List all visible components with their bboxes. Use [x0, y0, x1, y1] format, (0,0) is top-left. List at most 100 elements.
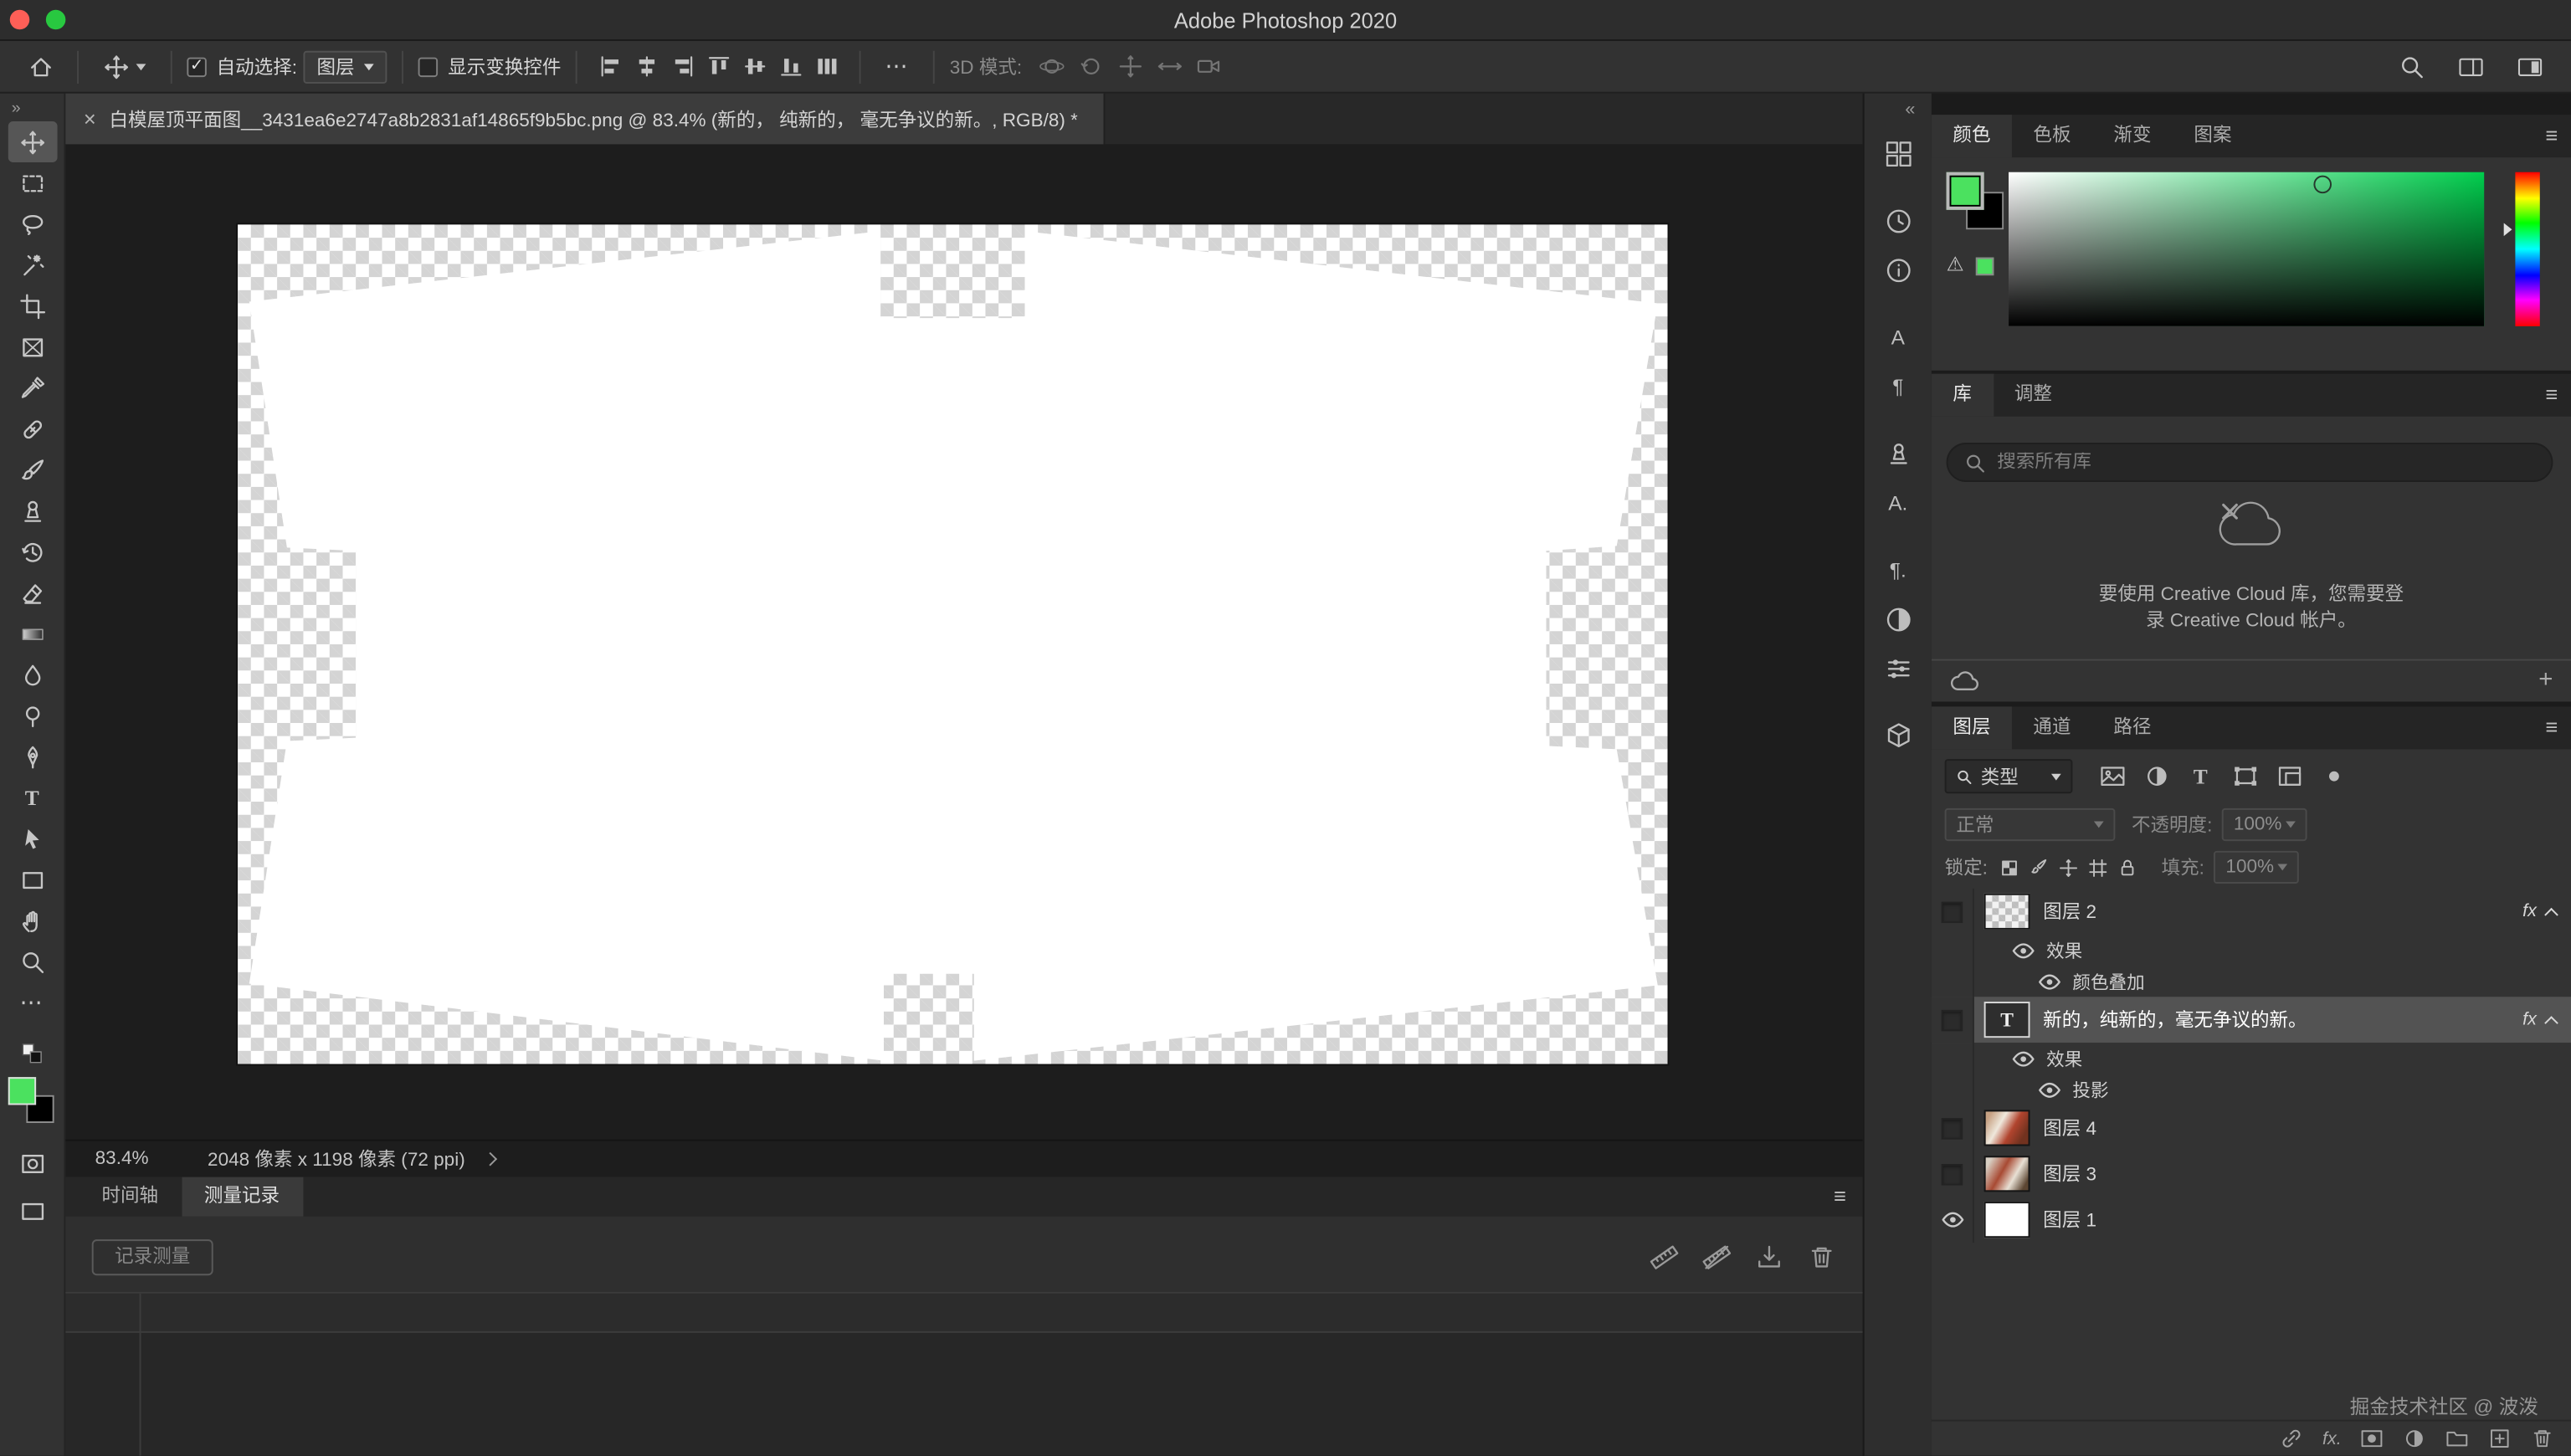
panel-icon-history[interactable]: [1878, 202, 1917, 241]
tool-lasso[interactable]: [8, 203, 57, 244]
collapse-effects-icon[interactable]: [2544, 1015, 2558, 1029]
tool-move[interactable]: [8, 121, 57, 162]
panel-icon-character-styles[interactable]: A.: [1878, 484, 1917, 523]
tool-crop[interactable]: [8, 285, 57, 326]
filter-on-off-toggle[interactable]: [2315, 758, 2351, 794]
edit-toolbar-button[interactable]: ⋯: [8, 982, 57, 1023]
tab-paths[interactable]: 路径: [2092, 706, 2173, 749]
collapse-panels-icon[interactable]: «: [1905, 100, 1915, 120]
tool-blur[interactable]: [8, 654, 57, 695]
canvas-area[interactable]: [65, 144, 1862, 1139]
add-layer-mask-icon[interactable]: [2359, 1427, 2384, 1451]
layer-row[interactable]: 图层 2 fx: [1932, 889, 2571, 935]
tab-libraries[interactable]: 库: [1932, 374, 1993, 417]
workspace-switcher-icon[interactable]: [2509, 47, 2552, 86]
3d-slide-icon[interactable]: [1150, 49, 1189, 85]
panel-icon-paragraph-styles[interactable]: ¶.: [1878, 551, 1917, 590]
layer-thumbnail[interactable]: [1984, 1156, 2030, 1192]
3d-roll-icon[interactable]: [1071, 49, 1111, 85]
layer-row[interactable]: 图层 4: [1932, 1105, 2571, 1151]
opacity-dropdown[interactable]: 100%: [2222, 808, 2307, 841]
tool-brush[interactable]: [8, 449, 57, 490]
text-layer-thumbnail[interactable]: T: [1984, 1002, 2030, 1038]
layer-filter-type-dropdown[interactable]: 类型: [1945, 759, 2073, 793]
tab-gradients[interactable]: 渐变: [2092, 115, 2173, 157]
layer-thumbnail[interactable]: [1984, 894, 2030, 930]
close-document-icon[interactable]: ×: [84, 108, 96, 129]
filter-smart-objects-icon[interactable]: [2271, 758, 2307, 794]
tool-hand[interactable]: [8, 900, 57, 941]
tool-magic-wand[interactable]: [8, 244, 57, 285]
lock-image-pixels-icon[interactable]: [2024, 853, 2053, 882]
add-layer-style-icon[interactable]: fx.: [2322, 1428, 2342, 1448]
visibility-toggle[interactable]: [1932, 889, 1974, 935]
show-transform-checkbox[interactable]: 显示变换控件: [418, 54, 561, 79]
gamut-warning-icon[interactable]: ⚠: [1947, 253, 1964, 275]
3d-pan-icon[interactable]: [1111, 49, 1150, 85]
align-left-edges-button[interactable]: [593, 49, 629, 85]
layer-row[interactable]: 图层 1: [1932, 1197, 2571, 1243]
panel-icon-clone-source[interactable]: [1878, 434, 1917, 474]
document-info[interactable]: 2048 像素 x 1198 像素 (72 ppi): [208, 1146, 465, 1171]
home-button[interactable]: [20, 47, 63, 86]
panel-toggle-icon[interactable]: [2450, 47, 2492, 86]
layer-thumbnail[interactable]: [1984, 1110, 2030, 1146]
align-top-edges-button[interactable]: [700, 49, 736, 85]
tool-dodge[interactable]: [8, 695, 57, 736]
tool-eyedropper[interactable]: [8, 367, 57, 408]
default-colors-icon[interactable]: [21, 1043, 42, 1064]
tab-patterns[interactable]: 图案: [2173, 115, 2253, 157]
search-icon[interactable]: [2391, 47, 2434, 86]
library-search-box[interactable]: [1947, 443, 2553, 482]
effect-visibility-icon[interactable]: [2036, 973, 2062, 990]
layer-name[interactable]: 图层 3: [2043, 1161, 2571, 1187]
panel-icon-paragraph[interactable]: ¶: [1878, 367, 1917, 407]
tool-clone-stamp[interactable]: [8, 490, 57, 531]
tab-timeline[interactable]: 时间轴: [79, 1177, 181, 1217]
tool-pen[interactable]: [8, 736, 57, 777]
effect-visibility-icon[interactable]: [2010, 1050, 2036, 1067]
layer-name[interactable]: 图层 4: [2043, 1115, 2571, 1141]
quick-mask-button[interactable]: [8, 1143, 57, 1184]
new-layer-icon[interactable]: [2487, 1427, 2512, 1451]
gamut-safe-color-chip[interactable]: [1976, 258, 1994, 276]
tab-measurement-log[interactable]: 测量记录: [181, 1177, 302, 1217]
visibility-toggle[interactable]: [1932, 1151, 1974, 1197]
auto-select-checkbox[interactable]: ✓自动选择:: [187, 54, 297, 79]
tab-swatches[interactable]: 色板: [2012, 115, 2092, 157]
saturation-brightness-field[interactable]: [2009, 172, 2484, 326]
layer-name[interactable]: 新的，纯新的，毫无争议的新。: [2043, 1007, 2522, 1033]
layer-name[interactable]: 图层 2: [2043, 899, 2522, 925]
panel-menu-icon[interactable]: ≡: [2545, 374, 2558, 417]
export-measurements-icon[interactable]: [1754, 1243, 1783, 1272]
delete-layer-icon[interactable]: [2530, 1427, 2554, 1451]
screen-mode-button[interactable]: [8, 1190, 57, 1231]
tool-type[interactable]: T: [8, 777, 57, 818]
visibility-toggle[interactable]: [1932, 1197, 1974, 1243]
document-tab[interactable]: × 白模屋顶平面图__3431ea6e2747a8b2831af14865f9b…: [65, 94, 1106, 145]
tab-layers[interactable]: 图层: [1932, 706, 2012, 749]
color-panel-foreground-swatch[interactable]: [1947, 172, 1984, 210]
record-measurements-button[interactable]: 记录测量: [92, 1239, 213, 1275]
fullscreen-window-button[interactable]: [46, 10, 66, 30]
panel-icon-adjustments[interactable]: [1878, 600, 1917, 639]
tool-path-selection[interactable]: [8, 818, 57, 859]
layer-fx-badge[interactable]: fx: [2522, 902, 2537, 922]
lock-all-icon[interactable]: [2112, 853, 2142, 882]
library-search-input[interactable]: [1997, 453, 2535, 473]
tab-color[interactable]: 颜色: [1932, 115, 2012, 157]
tab-adjustments[interactable]: 调整: [1993, 374, 2073, 417]
align-right-edges-button[interactable]: [665, 49, 700, 85]
filter-pixel-layers-icon[interactable]: [2094, 758, 2130, 794]
tool-rectangular-marquee[interactable]: [8, 162, 57, 203]
toolbar-expand-icon[interactable]: »: [12, 100, 21, 119]
foreground-background-colors[interactable]: [8, 1077, 57, 1126]
lock-artboard-icon[interactable]: [2083, 853, 2112, 882]
align-horizontal-centers-button[interactable]: [629, 49, 665, 85]
panel-icon-swatches[interactable]: [1878, 135, 1917, 174]
layer-thumbnail[interactable]: [1984, 1202, 2030, 1238]
blend-mode-dropdown[interactable]: 正常: [1945, 808, 2116, 841]
panel-icon-properties[interactable]: [1878, 649, 1917, 689]
collapse-effects-icon[interactable]: [2544, 907, 2558, 921]
visibility-toggle[interactable]: [1932, 1105, 1974, 1151]
